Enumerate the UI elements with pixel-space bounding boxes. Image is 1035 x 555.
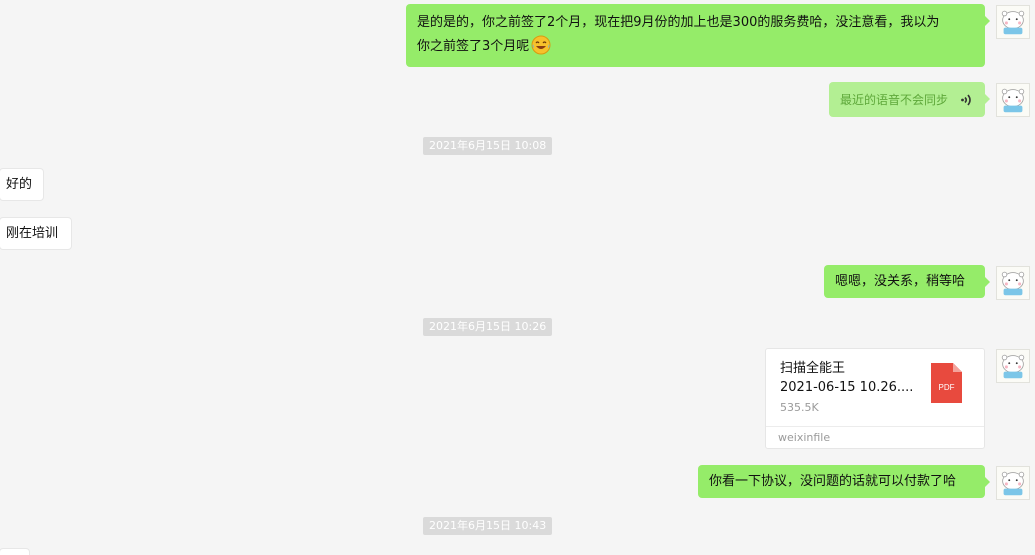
timestamp: 2021年6月15日 10:43 — [423, 517, 553, 535]
message-text: 好的 — [6, 177, 33, 192]
my-avatar[interactable] — [996, 349, 1030, 383]
message-text: 刚在培训 — [6, 226, 59, 241]
timestamp: 2021年6月15日 10:08 — [423, 137, 553, 155]
file-message-card[interactable]: 扫描全能王 2021-06-15 10.26.... 535.5K PDF we… — [765, 348, 985, 449]
outgoing-message-bubble[interactable]: 是的是的，你之前签了2个月，现在把9月份的加上也是300的服务费哈，没注意看，我… — [406, 4, 990, 67]
my-avatar[interactable] — [996, 266, 1030, 300]
message-text: 你看一下协议，没问题的话就可以付款了哈 — [709, 474, 957, 489]
incoming-message-bubble[interactable] — [0, 548, 30, 555]
divider — [766, 426, 984, 427]
laugh-cry-emoji-icon — [531, 35, 551, 55]
voice-sync-notice: 最近的语音不会同步 — [840, 92, 949, 107]
incoming-message-bubble[interactable]: 刚在培训 — [0, 217, 72, 250]
voice-message-bubble[interactable]: 最近的语音不会同步 — [829, 82, 990, 117]
file-name: 扫描全能王 2021-06-15 10.26.... — [780, 361, 914, 395]
pdf-icon-label: PDF — [939, 383, 955, 392]
message-text-line: 是的是的，你之前签了2个月，现在把9月份的加上也是300的服务费哈，没注意看，我… — [417, 15, 940, 30]
my-avatar[interactable] — [996, 5, 1030, 39]
file-source-label: weixinfile — [778, 431, 831, 444]
my-avatar[interactable] — [996, 466, 1030, 500]
message-text: 嗯嗯，没关系，稍等哈 — [835, 274, 966, 289]
file-size: 535.5K — [780, 401, 819, 414]
outgoing-message-bubble[interactable]: 你看一下协议，没问题的话就可以付款了哈 — [698, 465, 990, 498]
outgoing-message-bubble[interactable]: 嗯嗯，没关系，稍等哈 — [824, 265, 990, 298]
voice-wave-icon — [958, 92, 972, 108]
message-text-line: 你之前签了3个月呢 — [417, 35, 974, 59]
incoming-message-bubble[interactable]: 好的 — [0, 168, 44, 201]
timestamp: 2021年6月15日 10:26 — [423, 318, 553, 336]
pdf-file-icon: PDF — [931, 363, 962, 403]
my-avatar[interactable] — [996, 83, 1030, 117]
